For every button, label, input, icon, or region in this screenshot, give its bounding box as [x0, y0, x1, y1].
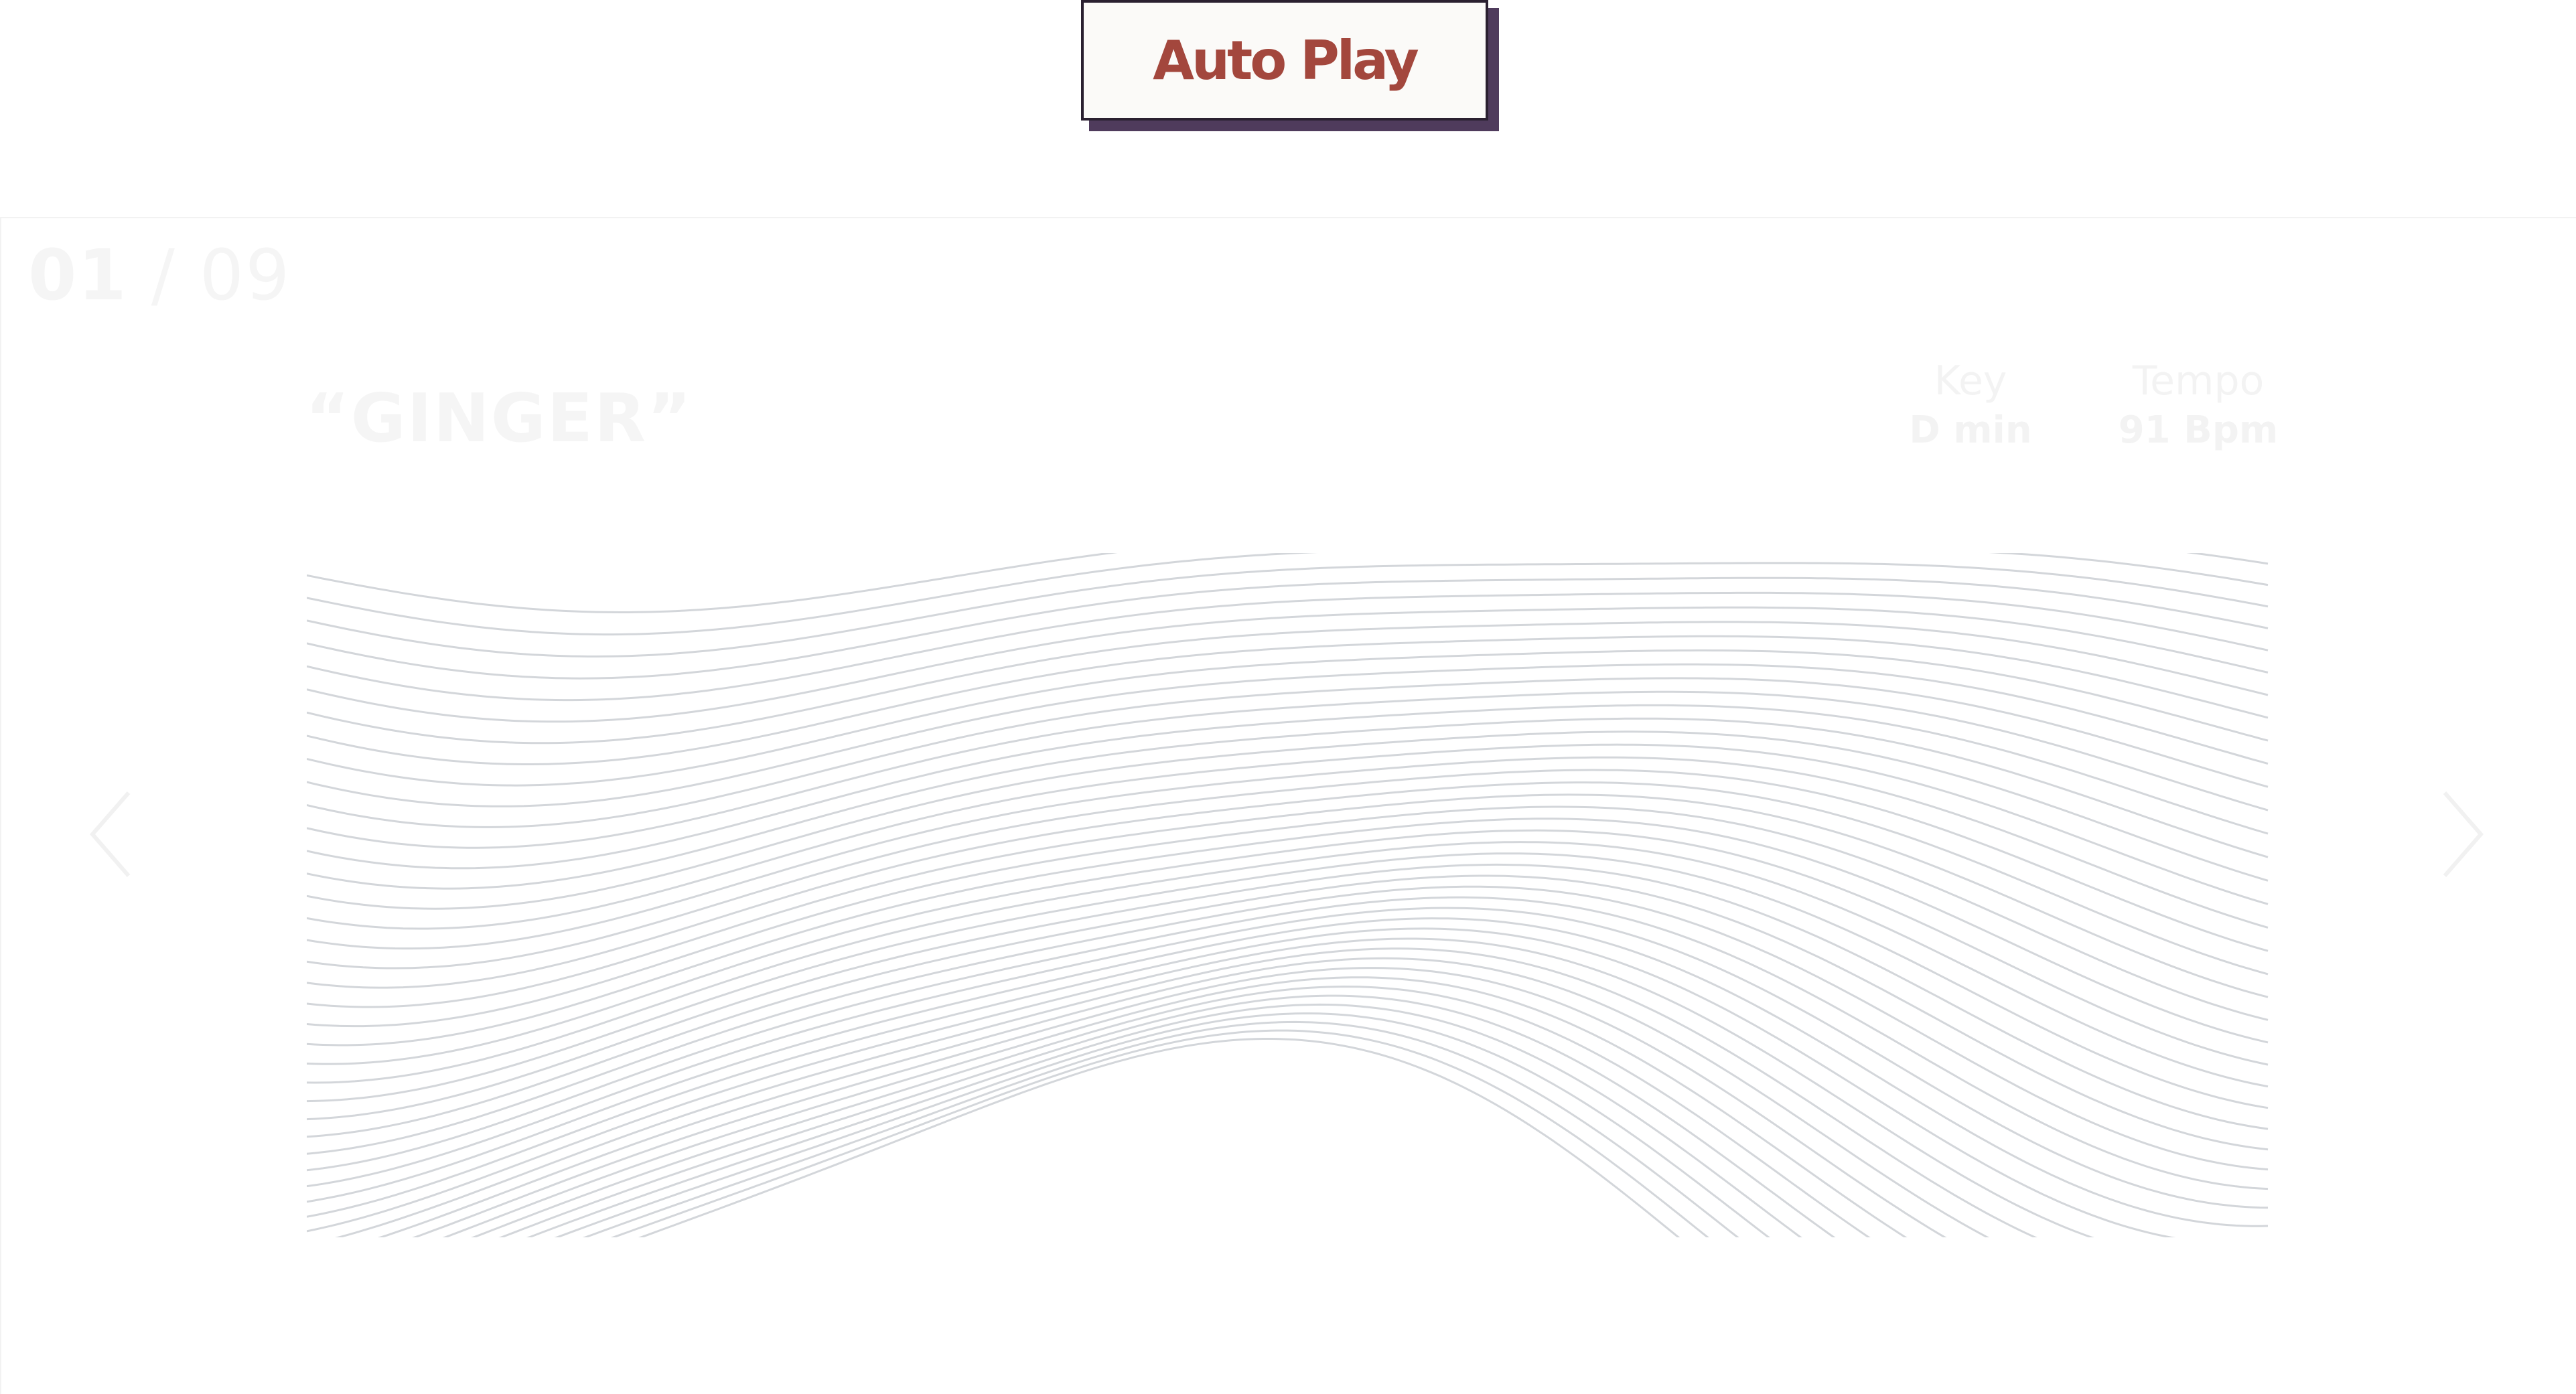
- slide-counter-current: 01: [28, 234, 128, 316]
- track-slider: 01 / 09 “GINGER” Key D min Tempo 91 Bpm: [0, 217, 2576, 1394]
- track-tempo-value: 91 Bpm: [2118, 408, 2279, 452]
- wave-line: [307, 704, 2269, 870]
- wave-line: [307, 885, 2269, 1171]
- wave-lines-artwork: [307, 553, 2272, 1237]
- slide-counter-separator: /: [151, 234, 176, 316]
- chevron-right-icon: [2443, 791, 2484, 877]
- wave-line: [638, 1038, 1680, 1237]
- track-tempo-label: Tempo: [2132, 358, 2265, 404]
- wave-line: [498, 994, 1836, 1237]
- wave-line: [307, 553, 2269, 613]
- wave-line: [411, 967, 1947, 1237]
- wave-line: [307, 553, 2269, 636]
- wave-line: [307, 591, 2269, 702]
- page: Auto Play 01 / 09 “GINGER” Key D min Tem…: [0, 0, 2576, 1394]
- wave-line: [307, 649, 2269, 787]
- wave-line: [307, 793, 2269, 1008]
- prev-slide-button[interactable]: [80, 781, 147, 888]
- autoplay-control: Auto Play: [1081, 0, 1499, 131]
- wave-line: [554, 1012, 1771, 1237]
- slide-counter-total: 09: [199, 234, 291, 316]
- wave-line: [307, 690, 2269, 849]
- slide-counter: 01 / 09: [28, 234, 291, 316]
- track-title: “GINGER”: [305, 379, 693, 457]
- wave-line: [307, 677, 2269, 828]
- wave-line: [307, 756, 2269, 950]
- track-key-value: D min: [1909, 408, 2032, 452]
- track-key-label: Key: [1934, 358, 2007, 404]
- wave-line: [307, 606, 2269, 723]
- track-key: Key D min: [1904, 358, 2037, 452]
- chevron-left-icon: [90, 791, 131, 877]
- wave-line: [307, 562, 2269, 657]
- wave-lines-svg: [307, 553, 2269, 1237]
- next-slide-button[interactable]: [2426, 781, 2493, 888]
- track-tempo: Tempo 91 Bpm: [2118, 358, 2279, 452]
- wave-line: [307, 927, 2176, 1237]
- wave-line: [307, 917, 2269, 1227]
- autoplay-button[interactable]: Auto Play: [1081, 0, 1488, 121]
- wave-line: [307, 874, 2269, 1151]
